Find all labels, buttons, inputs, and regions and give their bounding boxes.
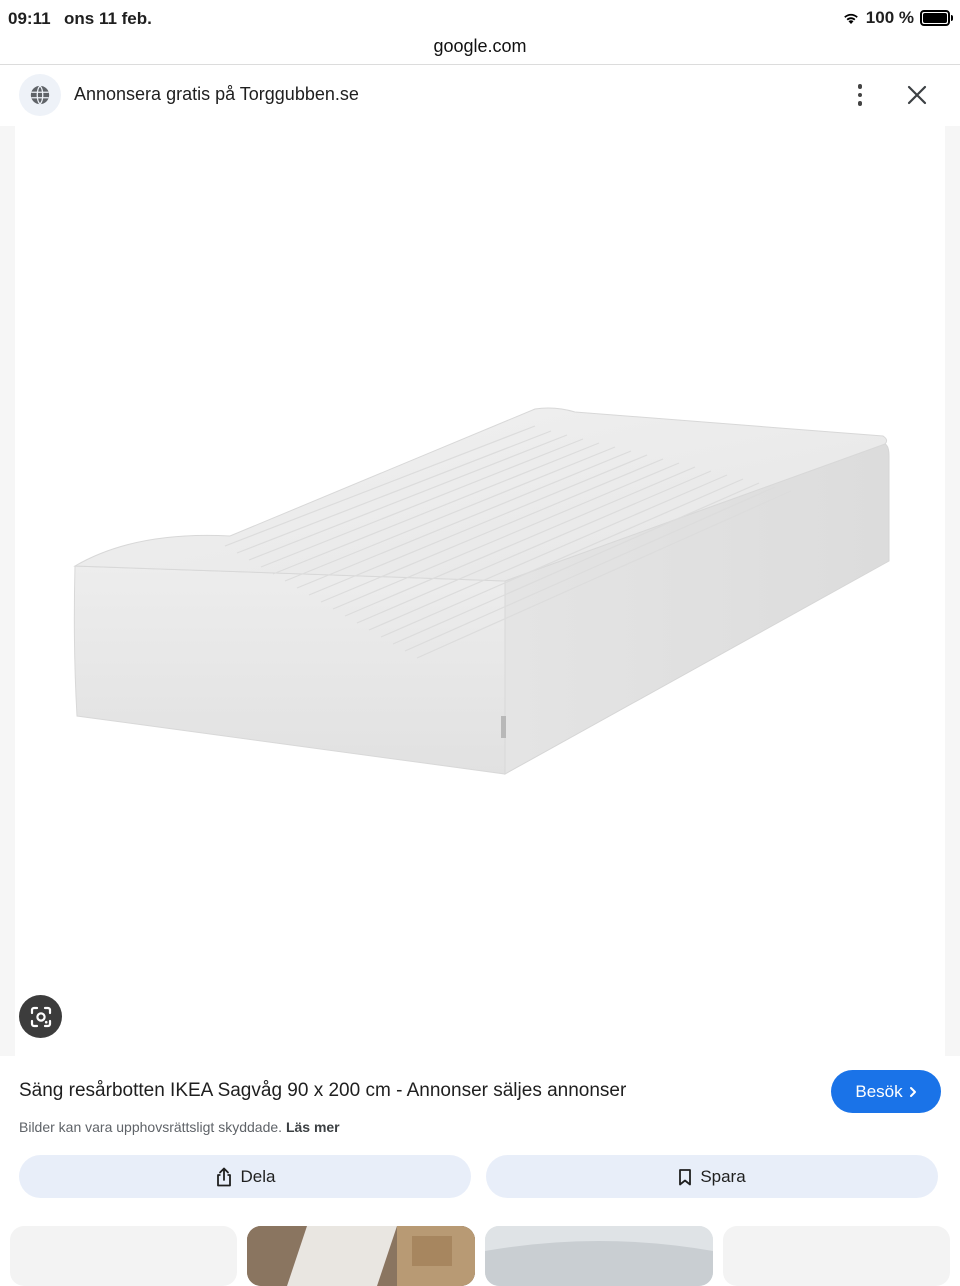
product-image [15, 126, 945, 1056]
battery-icon [920, 10, 953, 26]
chevron-right-icon [909, 1086, 916, 1097]
read-more-link[interactable]: Läs mer [286, 1119, 340, 1135]
image-viewer[interactable] [0, 126, 960, 1056]
wifi-icon [843, 13, 858, 24]
status-indicators: 100 % [842, 8, 953, 28]
share-button[interactable]: Dela [19, 1155, 471, 1198]
divider [0, 64, 960, 65]
save-button[interactable]: Spara [486, 1155, 938, 1198]
lens-icon [30, 1006, 51, 1027]
visit-button[interactable]: Besök [831, 1070, 941, 1113]
site-globe-button[interactable] [19, 74, 61, 116]
close-button[interactable] [900, 78, 934, 112]
thumbnail-image [485, 1226, 713, 1286]
more-options-button[interactable] [846, 80, 874, 110]
status-time: 09:11 [8, 9, 51, 28]
save-label: Spara [700, 1166, 746, 1186]
share-label: Dela [240, 1166, 276, 1186]
status-date: ons 11 feb. [64, 9, 152, 28]
bookmark-icon [679, 1168, 692, 1185]
related-image-thumbnail[interactable] [10, 1226, 237, 1286]
result-title[interactable]: Säng resårbotten IKEA Sagvåg 90 x 200 cm… [19, 1080, 626, 1102]
related-image-thumbnail[interactable] [247, 1226, 475, 1286]
more-dot [857, 92, 863, 98]
close-icon [907, 85, 927, 105]
mattress-image [73, 407, 890, 775]
related-image-thumbnail[interactable] [723, 1226, 950, 1286]
related-image-thumbnail[interactable] [485, 1226, 713, 1286]
url-bar[interactable]: google.com [0, 36, 960, 57]
copyright-text: Bilder kan vara upphovsrättsligt skyddad… [19, 1119, 283, 1135]
battery-percent: 100 % [865, 8, 914, 27]
copyright-notice: Bilder kan vara upphovsrättsligt skyddad… [19, 1119, 340, 1135]
share-icon [216, 1167, 231, 1186]
page-title[interactable]: Annonsera gratis på Torggubben.se [74, 84, 359, 105]
more-dot [857, 101, 863, 106]
thumbnail-image [247, 1226, 475, 1286]
more-dot [857, 84, 863, 89]
lens-search-button[interactable] [19, 995, 62, 1038]
visit-label: Besök [855, 1081, 903, 1101]
globe-icon [30, 85, 50, 105]
